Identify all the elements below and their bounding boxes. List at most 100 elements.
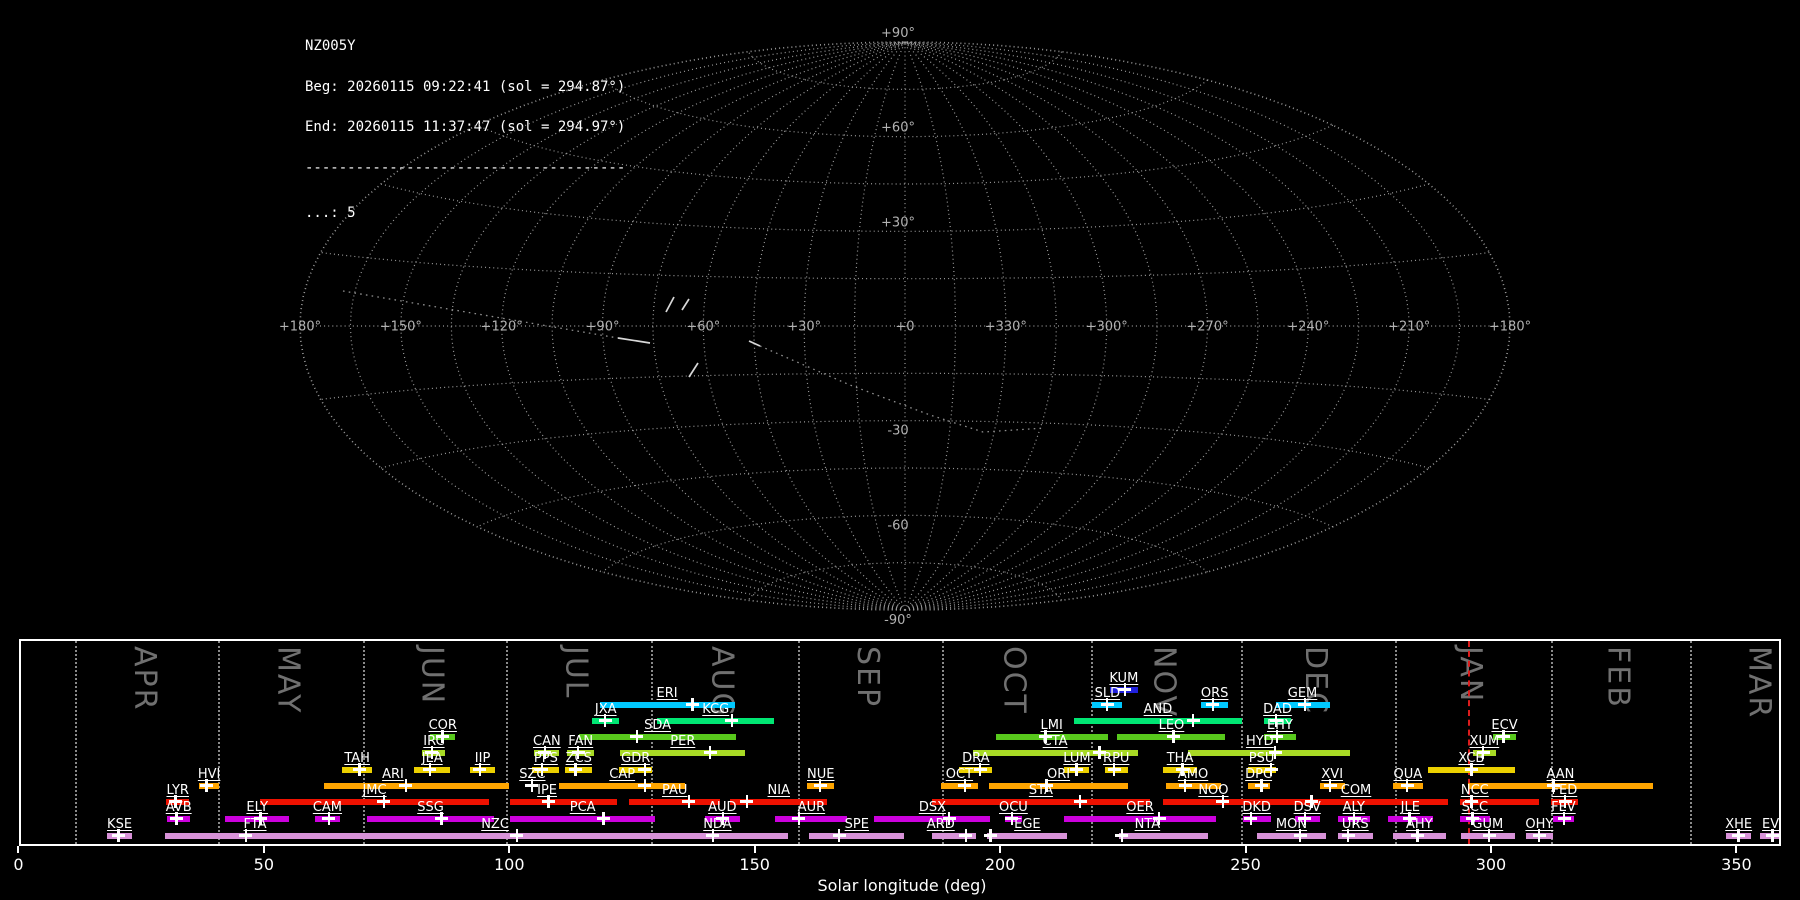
shower-bar — [629, 799, 721, 805]
shower-peak-marker — [399, 779, 413, 792]
shower-bar — [1257, 833, 1326, 839]
shower-peak-marker — [1464, 763, 1478, 776]
shower-peak-marker — [706, 829, 720, 842]
shower-peak-marker — [638, 779, 652, 792]
shower-bar — [657, 718, 775, 724]
x-axis-title: Solar longitude (deg) — [817, 876, 987, 895]
graticule-parallel — [320, 372, 1490, 401]
month-label: APR — [126, 646, 162, 712]
shower-peak-marker — [1244, 812, 1258, 825]
shower-label: SPE — [844, 817, 869, 832]
meridian-label: +180° — [1489, 320, 1531, 335]
shower-label: PCA — [569, 800, 596, 815]
axis-tick — [999, 846, 1002, 853]
meteor-trail — [748, 340, 761, 347]
parallel-label: -60 — [887, 518, 908, 533]
shower-label: CAP — [609, 767, 636, 782]
month-label: OCT — [996, 646, 1032, 715]
shower-peak-marker — [1298, 698, 1312, 711]
axis-tick — [753, 846, 756, 853]
shower-label: ARD — [926, 817, 955, 832]
shower-label: COM — [1340, 783, 1372, 798]
shower-bar — [510, 816, 656, 822]
meteor-trail-prolongation — [759, 345, 1046, 433]
shower-peak-marker — [630, 730, 644, 743]
shower-bar — [1119, 833, 1208, 839]
shower-bar — [989, 783, 1128, 789]
shower-peak-marker — [597, 812, 611, 825]
shower-peak-marker — [959, 829, 973, 842]
shower-peak-marker — [1107, 763, 1121, 776]
shower-label: CTA — [1042, 734, 1068, 749]
shower-peak-marker — [377, 795, 391, 808]
axis-tick — [508, 846, 511, 853]
shower-peak-marker — [1178, 779, 1192, 792]
shower-label: NIA — [767, 783, 790, 798]
month-label: JUN — [414, 646, 450, 706]
meridian-label: +120° — [481, 320, 523, 335]
shower-peak-marker — [435, 812, 449, 825]
shower-bar — [579, 734, 736, 740]
shower-label: EGE — [1014, 817, 1041, 832]
month-label: JUL — [558, 646, 594, 700]
shower-bar — [775, 816, 848, 822]
parallel-label: +90° — [881, 26, 915, 41]
meridian-label: +270° — [1186, 320, 1228, 335]
axis-tick-label: 350 — [1721, 855, 1752, 874]
month-label: MAR — [1741, 646, 1777, 720]
meridian-label: +210° — [1388, 320, 1430, 335]
parallel-label: +60° — [881, 121, 915, 136]
shower-bar — [809, 833, 905, 839]
meteor-trail — [617, 337, 651, 344]
shower-peak-marker — [1216, 795, 1230, 808]
graticule-parallel — [747, 51, 1063, 90]
meridian-label: +60° — [686, 320, 720, 335]
shower-label: ERI — [656, 686, 678, 701]
shower-peak-marker — [510, 829, 524, 842]
shower-peak-marker — [725, 714, 739, 727]
month-label: JAN — [1452, 646, 1488, 704]
shower-peak-marker — [740, 795, 754, 808]
meridian-label: +90° — [586, 320, 620, 335]
shower-peak-marker — [1293, 829, 1307, 842]
shower-peak-marker — [1166, 730, 1180, 743]
shower-peak-marker — [1186, 714, 1200, 727]
shower-peak-marker — [1100, 698, 1114, 711]
month-boundary-line — [505, 641, 508, 844]
shower-peak-marker — [682, 795, 696, 808]
shower-peak-marker — [983, 829, 997, 842]
axis-tick — [262, 846, 265, 853]
shower-bar — [510, 799, 618, 805]
month-boundary-line — [75, 641, 78, 844]
shower-peak-marker — [473, 763, 487, 776]
shower-label: AND — [1143, 702, 1173, 717]
shower-peak-marker — [703, 746, 717, 759]
meteor-trail — [688, 362, 699, 378]
meridian-label: +150° — [380, 320, 422, 335]
month-boundary-line — [1394, 641, 1397, 844]
shower-bar — [931, 799, 1150, 805]
shower-peak-marker — [1115, 829, 1129, 842]
month-boundary-line — [218, 641, 221, 844]
shower-peak-marker — [1323, 779, 1337, 792]
axis-tick — [17, 846, 20, 853]
shower-peak-marker — [1254, 779, 1268, 792]
shower-label: NZC — [481, 817, 509, 832]
shower-label: OER — [1126, 800, 1154, 815]
shower-peak-marker — [1557, 812, 1571, 825]
month-label: FEB — [1600, 646, 1636, 709]
shower-label: PER — [670, 734, 696, 749]
shower-peak-marker — [1532, 829, 1546, 842]
meteor-trail — [681, 298, 690, 311]
shower-peak-marker — [813, 779, 827, 792]
axis-tick-label: 200 — [984, 855, 1016, 874]
shower-peak-marker — [1341, 829, 1355, 842]
axis-tick — [1489, 846, 1492, 853]
shower-peak-marker — [638, 763, 652, 776]
shower-peak-marker — [1118, 683, 1132, 696]
shower-peak-marker — [423, 763, 437, 776]
meridian-label: +180° — [279, 320, 321, 335]
shower-label: NTA — [1134, 817, 1161, 832]
shower-peak-marker — [322, 812, 336, 825]
sky-map: +180° +150° +120° +90° +60° +30° +0 +330° +300° +… — [279, 26, 1531, 628]
